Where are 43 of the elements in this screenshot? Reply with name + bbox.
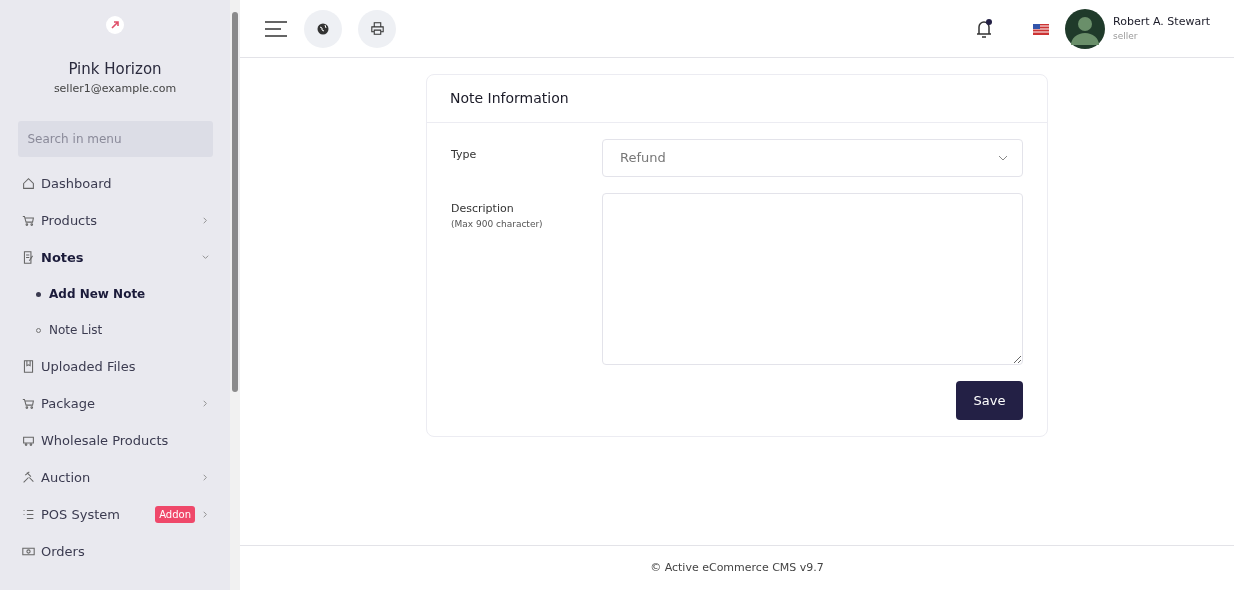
cart-icon	[22, 214, 35, 227]
submenu-item[interactable]: Note List	[0, 312, 230, 348]
menu-item[interactable]: Wholesale Products	[0, 422, 230, 459]
type-select[interactable]: Refund	[602, 139, 1023, 177]
cart-icon	[22, 434, 35, 447]
gavel-icon	[22, 471, 35, 484]
shop-name: Pink Horizon	[68, 59, 162, 80]
logo-icon	[106, 16, 124, 34]
avatar[interactable]	[1065, 8, 1106, 49]
menu-item[interactable]: Products	[0, 202, 230, 239]
search-field[interactable]: Search in menu	[17, 121, 213, 157]
chevron-icon	[998, 155, 1008, 161]
card-title: Note Information	[427, 75, 1047, 123]
submenu-item[interactable]: Add New Note	[0, 276, 230, 312]
menu-item[interactable]: Uploaded Files	[0, 348, 230, 385]
field-label: Description	[451, 201, 515, 217]
notification-button[interactable]	[975, 16, 994, 41]
menu-item[interactable]: Dashboard	[0, 165, 230, 202]
cart-icon	[22, 397, 35, 410]
file-icon	[22, 360, 35, 373]
globe-icon	[317, 22, 329, 35]
user-name: Robert A. Stewart	[1113, 13, 1210, 30]
bullet-icon	[36, 291, 41, 297]
print-button[interactable]	[358, 9, 396, 48]
addon-badge: Addon	[155, 506, 195, 523]
globe-button[interactable]	[304, 9, 342, 48]
field-hint: (Max 900 character)	[451, 217, 544, 231]
field-label: Type	[451, 147, 478, 163]
save-button[interactable]: Save	[956, 381, 1023, 420]
footer-text: © Active eCommerce CMS v9.7	[240, 545, 1234, 590]
user-role: seller	[1113, 30, 1139, 43]
menu-item[interactable]: Orders	[0, 533, 230, 570]
cash-icon	[22, 545, 35, 558]
menu-item[interactable]: Package	[0, 385, 230, 422]
printer-icon	[370, 22, 384, 35]
menu-item[interactable]: POS System Addon	[0, 496, 230, 533]
scrollbar-thumb[interactable]	[232, 12, 238, 392]
description-field[interactable]	[602, 193, 1023, 365]
menu-item[interactable]: Notes	[0, 239, 230, 276]
menu-item[interactable]: Auction	[0, 459, 230, 496]
home-icon	[22, 177, 35, 190]
seller-email: seller1@example.com	[53, 80, 177, 97]
note-icon	[22, 251, 35, 264]
